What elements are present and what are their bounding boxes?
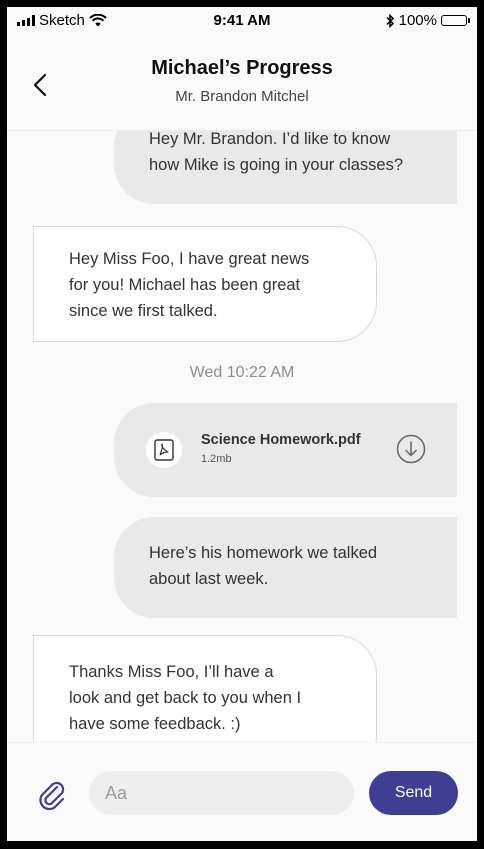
page-subtitle: Mr. Brandon Mitchel: [175, 88, 309, 105]
status-bar: Sketch 9:41 AM 100%: [7, 7, 477, 35]
send-button[interactable]: Send: [369, 771, 458, 815]
message-line: about last week.: [149, 570, 269, 588]
bluetooth-icon: [386, 13, 394, 28]
file-attachment-message[interactable]: Science Homework.pdf 1.2mb: [114, 403, 457, 497]
pdf-file-icon: [146, 432, 182, 468]
message-input[interactable]: [89, 771, 354, 815]
page-title: Michael’s Progress: [151, 57, 333, 79]
message-incoming: Hey Miss Foo, I have great news for you!…: [33, 226, 377, 342]
message-line: since we first talked.: [69, 302, 218, 320]
message-outgoing: Here’s his homework we talked about last…: [114, 517, 457, 618]
message-line: Hey Mr. Brandon. I’d like to know: [149, 130, 391, 148]
message-line: for you! Michael has been great: [69, 276, 301, 294]
message-composer: Send: [7, 742, 477, 841]
message-list[interactable]: Hey Mr. Brandon. I’d like to know how Mi…: [7, 130, 477, 742]
file-size: 1.2mb: [201, 453, 232, 465]
message-timestamp: Wed 10:22 AM: [189, 364, 295, 381]
download-icon[interactable]: [396, 434, 426, 464]
phone-screen: Sketch 9:41 AM 100% Michael’s Progress M…: [7, 7, 477, 841]
message-outgoing: Hey Mr. Brandon. I’d like to know how Mi…: [114, 130, 457, 204]
message-line: have some feedback. :): [69, 715, 241, 733]
status-right: 100%: [386, 12, 470, 29]
battery-icon: [441, 15, 470, 26]
message-incoming: Thanks Miss Foo, I’ll have a look and ge…: [33, 635, 377, 742]
battery-percent: 100%: [398, 12, 437, 29]
paperclip-icon[interactable]: [37, 780, 69, 812]
message-line: look and get back to you when I: [69, 689, 302, 707]
message-line: Thanks Miss Foo, I’ll have a: [69, 663, 274, 681]
file-name: Science Homework.pdf: [201, 432, 361, 448]
message-line: Hey Miss Foo, I have great news: [69, 250, 310, 268]
message-line: how Mike is going in your classes?: [149, 156, 404, 174]
message-line: Here’s his homework we talked: [149, 544, 378, 562]
chat-header: Michael’s Progress Mr. Brandon Mitchel: [7, 35, 477, 131]
